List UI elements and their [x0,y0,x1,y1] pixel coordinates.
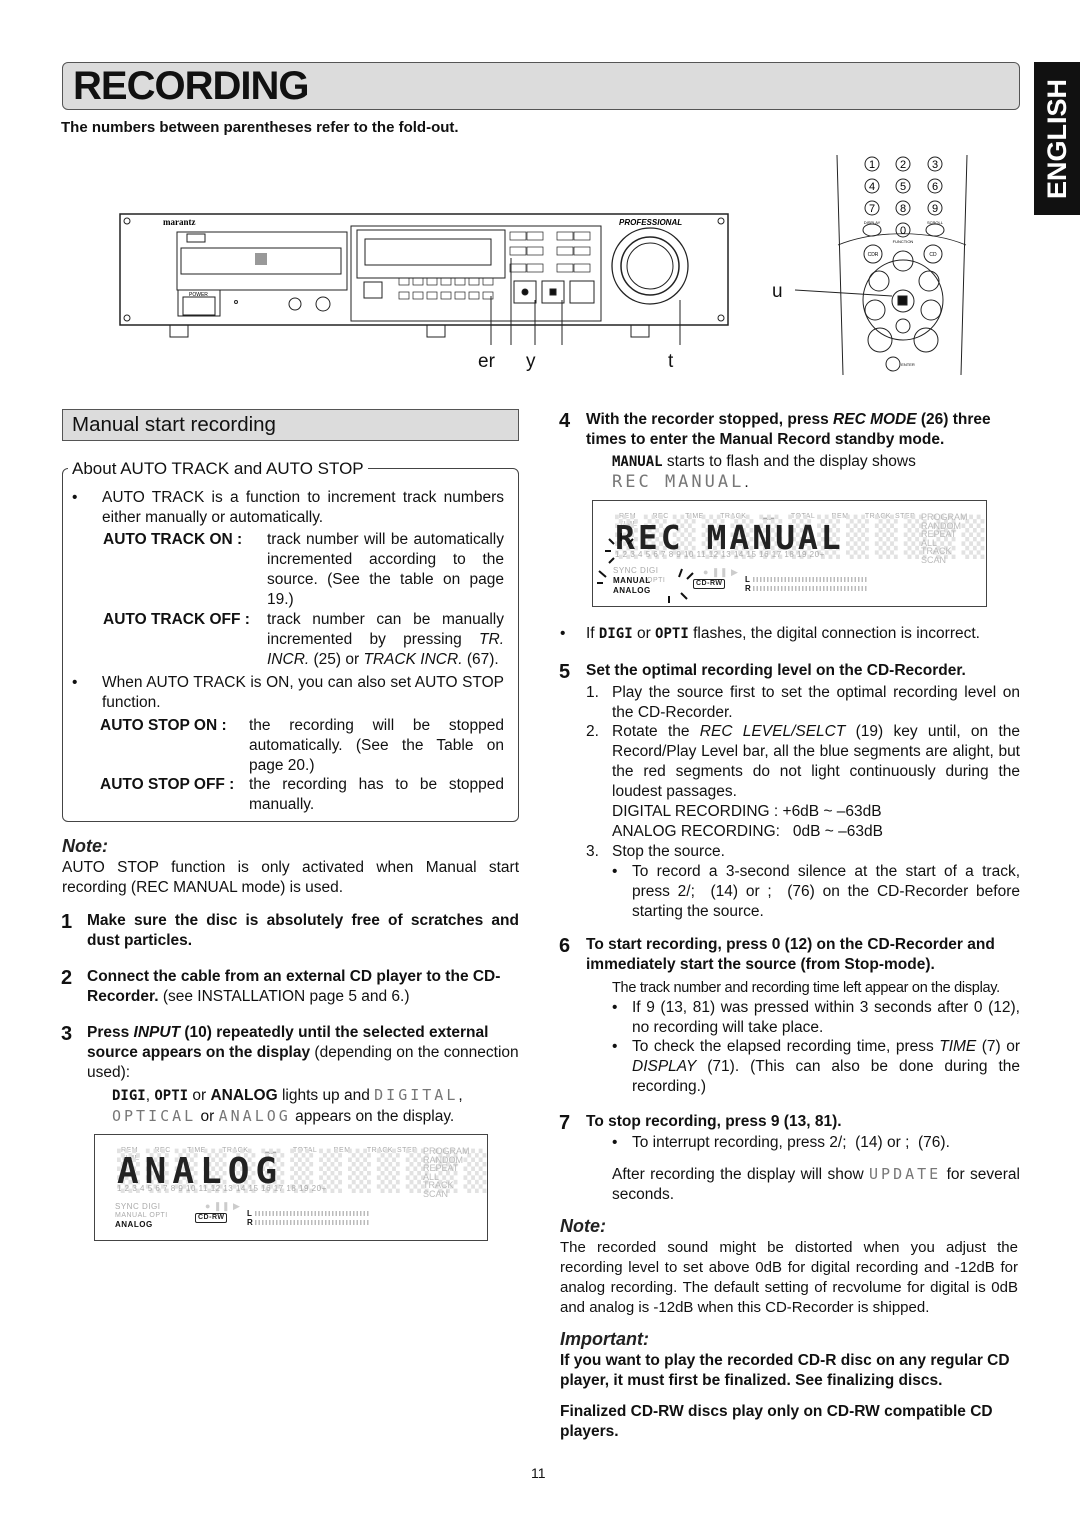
note-title: Note: [560,1216,606,1236]
definition-auto-track-on: AUTO TRACK ON : track number will be auto… [103,530,504,610]
definition-auto-track-off: AUTO TRACK OFF : track number can be manu… [103,610,504,670]
svg-text:7: 7 [869,203,875,215]
definition-term: AUTO STOP ON : [100,717,227,734]
step-5-item-3: Stop the source. [612,843,725,860]
language-tab-label: ENGLISH [1042,78,1072,199]
mode-labels: PROGRAM RANDOM REPEAT ALL TRACK SCAN [921,512,968,565]
svg-text:FUNCTION: FUNCTION [893,239,914,244]
cdrw-indicator: CD-RW [195,1213,228,1223]
step-number: 2 [61,967,73,989]
power-label: POWER [189,292,208,298]
list-item: • If DIGI or OPTI flashes, the digital co… [560,625,980,642]
definition-text: the recording has to be stopped manually… [249,776,504,813]
step-4: With the recorder stopped, press REC MOD… [586,411,991,448]
svg-text:0: 0 [900,225,906,237]
callout-y: y [526,351,536,372]
step-number: 1 [61,911,73,933]
cd-recorder-front-panel [119,213,729,345]
definition-auto-stop-off: AUTO STOP OFF : the recording has to be s… [100,775,504,815]
professional-badge: PROFESSIONAL [619,218,682,227]
svg-text:CDR: CDR [868,252,879,258]
callout-t: t [668,351,674,372]
definition-term: AUTO STOP OFF : [100,776,235,793]
display-analog: REM REC TIME TRACK ▂▂ TOTAL REM TRACK TI… [94,1134,488,1241]
list-item: • If 9 (13, 81) was pressed within 3 seco… [612,999,1020,1036]
step-7: To stop recording, press 9 (13, 81). [586,1113,842,1130]
digital-range: DIGITAL RECORDING : +6dB ~ –63dB [612,803,882,820]
svg-text:ENTER: ENTER [901,362,915,367]
note-text: AUTO STOP function is only activated whe… [62,859,519,896]
note-text: The recorded sound might be distorted wh… [560,1239,1018,1316]
important-title: Important: [560,1329,649,1349]
level-meter-left [255,1211,370,1216]
section-header: Manual start recording [62,409,519,441]
callout-u: u [772,281,783,302]
definition-term: AUTO TRACK ON : [103,531,243,548]
level-meter-right [255,1220,370,1225]
step-number: 5 [559,661,571,683]
list-number: 2. [586,723,599,740]
list-number: 3. [586,843,599,860]
list-item: • When AUTO TRACK is ON, you can also set… [72,674,504,711]
subtitle: The numbers between parentheses refer to… [61,119,459,136]
device-illustration: marantz PROFESSIONAL POWER 1 2 3 4 5 6 7 8 9 0… [119,154,968,376]
step-number: 3 [61,1023,73,1045]
list-number: 1. [586,684,599,701]
important-text-2: Finalized CD-RW discs play only on CD-RW… [560,1403,993,1440]
step-3-detail: DIGI, OPTI or ANALOG lights up and DIGIT… [112,1086,463,1125]
mode-labels: PROGRAM RANDOM REPEAT ALL TRACK SCAN [423,1146,470,1199]
step-2: Connect the cable from an external CD pl… [87,968,501,1005]
svg-text:4: 4 [869,181,875,193]
analog-range: ANALOG RECORDING: 0dB ~ –63dB [612,823,883,840]
svg-text:CD: CD [929,252,937,258]
language-tab: ENGLISH [1034,62,1080,215]
step-number: 6 [559,935,571,957]
svg-text:DISPLAY: DISPLAY [864,220,881,225]
analog-indicator: ANALOG [115,1220,153,1229]
step-5-item-2: Rotate the REC LEVEL/SELCT (19) key unti… [612,723,1021,800]
list-item: • To check the elapsed recording time, pr… [612,1038,1020,1095]
callout-er: er [478,351,495,372]
definition-text: track number will be automatically incre… [267,531,504,608]
svg-text:1: 1 [869,159,875,171]
svg-text:2: 2 [900,159,906,171]
definition-text: the recording will be stopped automatica… [249,717,504,774]
svg-text:6: 6 [932,181,938,193]
definition-term: AUTO TRACK OFF : [103,611,250,628]
svg-text:3: 3 [932,159,938,171]
list-item: • AUTO TRACK is a function to increment t… [72,489,504,526]
svg-text:SCROLL: SCROLL [927,220,944,225]
svg-text:9: 9 [932,203,938,215]
list-item: • To interrupt recording, press 2/; (14) … [612,1134,950,1151]
step-5-item-1: Play the source first to set the optimal… [612,684,1020,721]
list-item: • To record a 3-second silence at the sta… [612,863,1025,920]
page-number: 11 [531,1465,546,1481]
step-4-detail: MANUAL starts to flash and the display s… [612,453,916,492]
step-3: Press INPUT (10) repeatedly until the se… [87,1024,519,1081]
section-title: Manual start recording [72,413,276,436]
important-text-1: If you want to play the recorded CD-R di… [560,1352,1010,1389]
bullet-text: AUTO TRACK is a function to increment tr… [102,489,504,526]
definition-auto-stop-on: AUTO STOP ON : the recording will be stop… [100,716,504,776]
step-1: Make sure the disc is absolutely free of… [87,912,519,949]
display-rec-manual: REM REC TIME TRACK ▂▂ TOTAL REM TRACK TI… [592,500,987,607]
step-5: Set the optimal recording level on the C… [586,662,966,679]
remote-control [794,154,968,376]
svg-text:8: 8 [900,203,906,215]
definition-text: track number can be manually incremented… [267,611,504,668]
step-6-detail: The track number and recording time left… [612,980,1000,996]
note-title: Note: [62,836,108,856]
brand-logo: marantz [163,217,196,227]
page-title: RECORDING [73,64,309,108]
flash-rays-icon [597,533,694,603]
step-6: To start recording, press 0 (12) on the … [586,936,995,973]
step-number: 4 [559,410,571,432]
page-title-bar: RECORDING [62,62,1020,110]
svg-text:5: 5 [900,181,906,193]
bullet-text: When AUTO TRACK is ON, you can also set … [102,674,504,711]
track-numbers: 1 2 3 4 5 6 7 8 9 10 11 12 13 14 15 16 1… [117,1184,327,1193]
about-title: About AUTO TRACK and AUTO STOP [68,459,368,479]
step-number: 7 [559,1112,571,1134]
step-7-after: After recording the display will show UP… [612,1165,1020,1203]
